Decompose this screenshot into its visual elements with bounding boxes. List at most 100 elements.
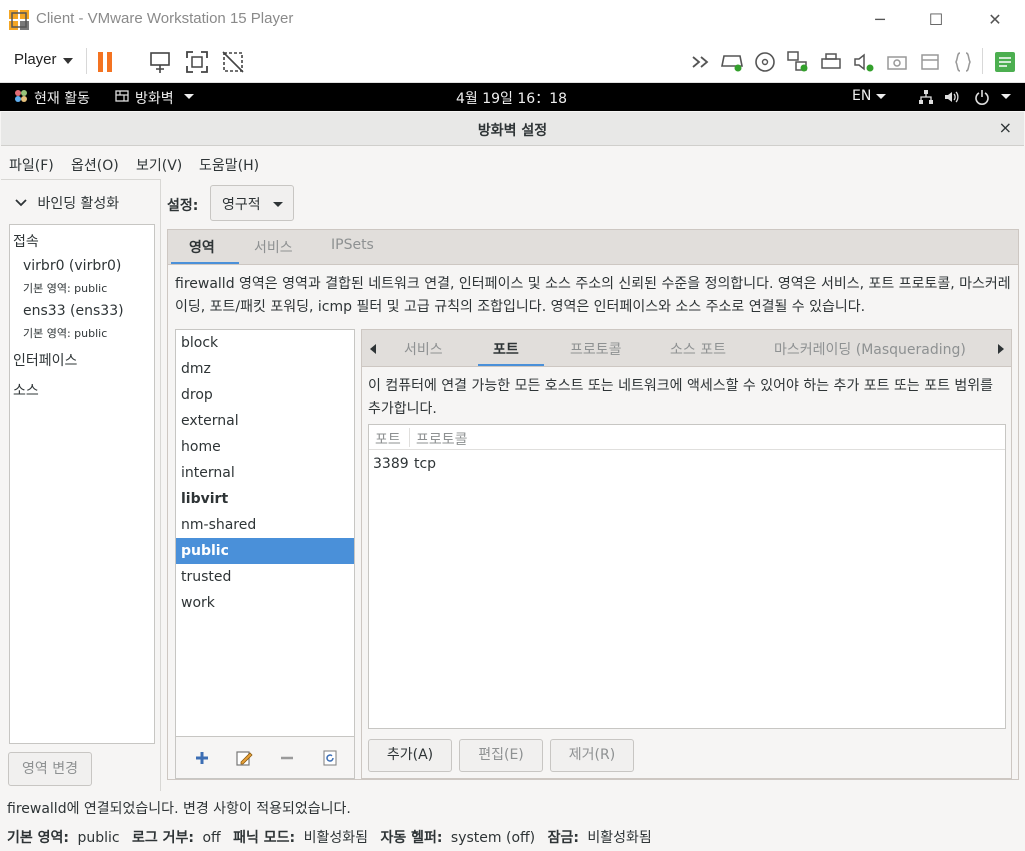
connections-pane: 바인딩 활성화 접속 virbr0 (virbr0) 기본 영역: public… (1, 179, 161, 791)
auto-helper-value: system (off) (450, 830, 536, 846)
subtab-protocols[interactable]: 프로토콜 (570, 339, 622, 359)
player-menu-caret-icon[interactable] (63, 58, 73, 64)
binding-toggle[interactable]: 바인딩 활성화 (15, 193, 119, 213)
camera-icon[interactable] (885, 50, 909, 74)
log-denied-value: off (202, 830, 221, 846)
printer-icon[interactable] (819, 50, 843, 74)
player-menu[interactable]: Player (14, 51, 57, 68)
column-header-port[interactable]: 포트 (375, 429, 401, 449)
pause-icon[interactable] (94, 50, 118, 74)
panic-mode-label: 패닉 모드: (233, 830, 296, 846)
hdd-icon[interactable] (720, 50, 744, 74)
zone-item[interactable]: work (176, 590, 354, 616)
remove-zone-icon[interactable] (278, 749, 296, 767)
language-indicator[interactable]: EN (852, 88, 871, 104)
panic-mode-value: 비활성화됨 (303, 830, 369, 846)
interfaces-header[interactable]: 인터페이스 (13, 350, 77, 370)
load-defaults-icon[interactable] (321, 749, 339, 767)
zones-panel: firewalld 영역은 영역과 결합된 네트워크 연결, 인터페이스 및 소… (167, 264, 1019, 780)
configuration-label: 설정: (167, 198, 199, 214)
minimize-button[interactable]: ─ (868, 8, 892, 32)
connection-zone: 기본 영역: public (23, 282, 108, 295)
vmware-toolbar: Player (0, 40, 1025, 104)
edit-port-button[interactable]: 편집(E) (459, 739, 543, 772)
main-tabs: 영역 서비스 IPSets (167, 229, 1019, 265)
subtab-services[interactable]: 서비스 (404, 339, 443, 359)
configuration-combo[interactable]: 영구적 (210, 185, 294, 221)
tabs-scroll-right-icon[interactable] (998, 344, 1004, 354)
double-chevron-icon[interactable] (690, 50, 714, 74)
subtab-ports[interactable]: 포트 (493, 339, 519, 359)
network-adapter-icon[interactable] (786, 50, 810, 74)
app-menu-caret-icon[interactable] (184, 94, 194, 99)
protocol-cell[interactable]: tcp (414, 456, 436, 472)
zone-item[interactable]: trusted (176, 564, 354, 590)
binding-toggle-label: 바인딩 활성화 (37, 196, 120, 212)
change-zone-button[interactable]: 영역 변경 (8, 752, 92, 786)
cd-icon[interactable] (753, 50, 777, 74)
network-status-icon[interactable] (918, 89, 934, 109)
zone-list[interactable]: block dmz drop external home internal li… (175, 329, 355, 737)
remove-port-button[interactable]: 제거(R) (550, 739, 634, 772)
gnome-top-bar: 현재 활동 방화벽 4월 19일 16：18 EN (0, 83, 1025, 111)
notes-icon[interactable] (993, 50, 1017, 74)
lockdown-value: 비활성화됨 (587, 830, 652, 846)
ports-table[interactable]: 포트 프로토콜 3389 tcp (368, 424, 1006, 729)
ports-panel: 이 컴퓨터에 연결 가능한 모든 호스트 또는 네트워크에 액세스할 수 있어야… (361, 366, 1012, 779)
tab-zones[interactable]: 영역 (189, 237, 215, 257)
menu-view[interactable]: 보기(V) (136, 155, 182, 175)
port-cell[interactable]: 3389 (373, 456, 409, 472)
tabs-scroll-left-icon[interactable] (370, 344, 376, 354)
firewall-config-dialog: 방화벽 설정 × 파일(F) 옵션(O) 보기(V) 도움말(H) 바인딩 활성… (1, 112, 1024, 851)
dialog-header: 방화벽 설정 × (1, 112, 1024, 146)
connection-name[interactable]: ens33 (ens33) (23, 303, 124, 319)
zone-item[interactable]: drop (176, 382, 354, 408)
close-window-button[interactable]: ✕ (983, 8, 1007, 32)
zone-item[interactable]: libvirt (176, 486, 354, 512)
menu-options[interactable]: 옵션(O) (71, 155, 119, 175)
send-ctrl-alt-del-icon[interactable] (148, 50, 172, 74)
tab-ipsets[interactable]: IPSets (331, 237, 374, 253)
connections-header[interactable]: 접속 (13, 231, 39, 251)
add-zone-icon[interactable] (193, 749, 211, 767)
sources-header[interactable]: 소스 (13, 380, 39, 400)
vmware-titlebar: Client - VMware Workstation 15 Player ─ … (0, 0, 1025, 40)
zone-item[interactable]: nm-shared (176, 512, 354, 538)
column-header-protocol[interactable]: 프로토콜 (416, 429, 468, 449)
menu-help[interactable]: 도움말(H) (199, 155, 259, 175)
maximize-button[interactable]: ☐ (924, 8, 948, 32)
connection-name[interactable]: virbr0 (virbr0) (23, 258, 121, 274)
edit-zone-icon[interactable] (235, 749, 253, 767)
column-divider (409, 428, 410, 447)
usb-icon[interactable] (918, 50, 942, 74)
subtab-source-ports[interactable]: 소스 포트 (670, 339, 726, 359)
menu-file[interactable]: 파일(F) (9, 155, 54, 175)
ports-description: 이 컴퓨터에 연결 가능한 모든 호스트 또는 네트워크에 액세스할 수 있어야… (368, 378, 994, 417)
connections-list[interactable]: 접속 virbr0 (virbr0) 기본 영역: public ens33 (… (9, 224, 155, 744)
clock[interactable]: 4월 19일 16：18 (456, 88, 567, 108)
dialog-close-button[interactable]: × (999, 118, 1012, 137)
zone-item[interactable]: external (176, 408, 354, 434)
activities-button[interactable]: 현재 활동 (34, 88, 90, 108)
activities-icon[interactable] (14, 89, 28, 107)
chevron-down-icon (15, 199, 27, 207)
bracket-icon[interactable] (951, 50, 975, 74)
zone-item[interactable]: block (176, 330, 354, 356)
fullscreen-icon[interactable] (185, 50, 209, 74)
add-port-button[interactable]: 추가(A) (368, 739, 452, 772)
default-zone-label: 기본 영역: (7, 830, 69, 846)
zone-item[interactable]: internal (176, 460, 354, 486)
language-caret-icon[interactable] (876, 94, 886, 99)
zone-item-selected[interactable]: public (176, 538, 354, 564)
unity-icon[interactable] (221, 50, 245, 74)
subtab-masquerading[interactable]: 마스커레이딩 (Masquerading) (774, 339, 966, 359)
zone-item[interactable]: home (176, 434, 354, 460)
app-menu-button[interactable]: 방화벽 (135, 88, 174, 108)
sound-icon[interactable] (852, 50, 876, 74)
volume-icon[interactable] (944, 89, 960, 109)
tab-services[interactable]: 서비스 (254, 237, 293, 257)
log-denied-label: 로그 거부: (132, 830, 195, 846)
zone-item[interactable]: dmz (176, 356, 354, 382)
system-menu-caret-icon[interactable] (1001, 94, 1011, 99)
power-icon[interactable] (974, 89, 990, 109)
